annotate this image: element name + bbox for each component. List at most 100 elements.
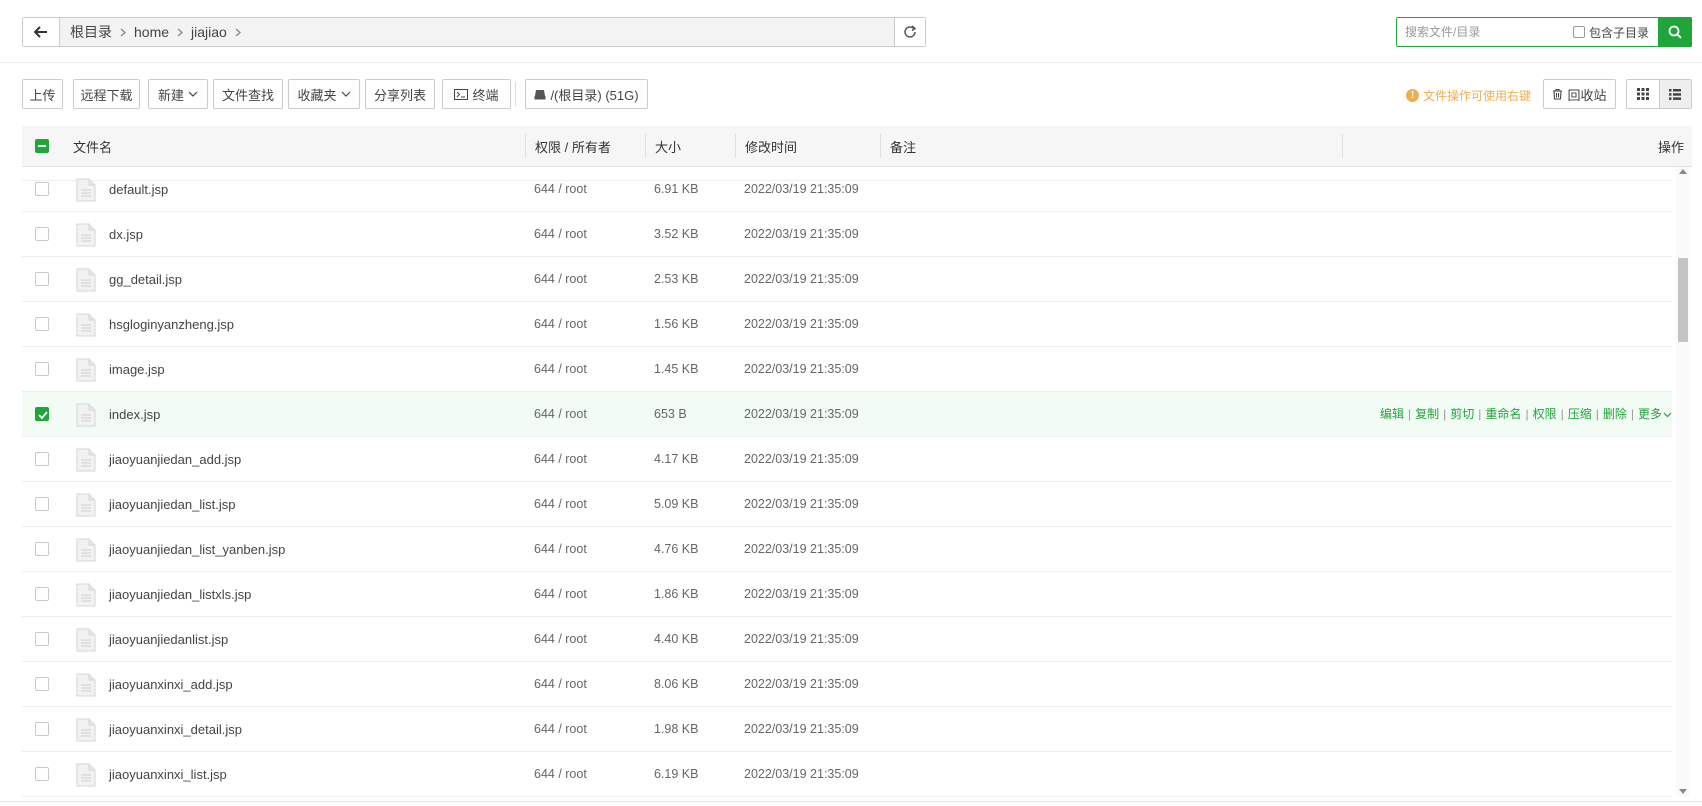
file-name[interactable]: jiaoyuanjiedan_listxls.jsp xyxy=(109,572,251,617)
recycle-bin-label: 回收站 xyxy=(1567,87,1607,103)
file-permission[interactable]: 644 / root xyxy=(534,347,587,392)
row-checkbox[interactable] xyxy=(35,452,49,466)
crumb-home[interactable]: home xyxy=(128,24,175,40)
grid-view-button[interactable] xyxy=(1627,80,1659,108)
include-subdir-checkbox[interactable] xyxy=(1573,26,1585,38)
file-name[interactable]: hsgloginyanzheng.jsp xyxy=(109,302,234,347)
table-row[interactable]: image.jsp 644 / root 1.45 KB 2022/03/19 21:… xyxy=(22,347,1672,392)
table-row[interactable]: gg_detail.jsp 644 / root 2.53 KB 2022/03/19… xyxy=(22,257,1672,302)
search-input[interactable] xyxy=(1397,19,1571,45)
row-checkbox[interactable] xyxy=(35,497,49,511)
action-delete[interactable]: 删除 xyxy=(1603,392,1627,437)
scroll-down-arrow[interactable] xyxy=(1679,789,1687,794)
refresh-button[interactable] xyxy=(894,18,925,46)
back-button[interactable] xyxy=(23,18,60,46)
file-permission[interactable]: 644 / root xyxy=(534,167,587,212)
action-edit[interactable]: 编辑 xyxy=(1380,392,1404,437)
table-row[interactable]: jiaoyuanxinxi_list.jsp 644 / root 6.19 KB 2… xyxy=(22,752,1672,797)
file-permission[interactable]: 644 / root xyxy=(534,527,587,572)
file-name[interactable]: jiaoyuanjiedan_add.jsp xyxy=(109,437,241,482)
row-checkbox[interactable] xyxy=(35,542,49,556)
file-search-button[interactable]: 文件查找 xyxy=(213,79,283,109)
share-list-button[interactable]: 分享列表 xyxy=(365,79,435,109)
file-permission[interactable]: 644 / root xyxy=(534,437,587,482)
file-name[interactable]: jiaoyuanjiedan_list.jsp xyxy=(109,482,235,527)
file-size: 4.76 KB xyxy=(654,542,699,556)
file-permission[interactable]: 644 / root xyxy=(534,482,587,527)
row-checkbox[interactable] xyxy=(35,317,49,331)
col-perm[interactable]: 权限 / 所有者 xyxy=(535,126,611,166)
row-checkbox[interactable] xyxy=(35,407,49,421)
file-name[interactable]: jiaoyuanjiedan_list_yanben.jsp xyxy=(109,527,285,572)
search-button[interactable] xyxy=(1658,17,1692,47)
table-row[interactable]: dx.jsp 644 / root 3.52 KB 2022/03/19 21:35:… xyxy=(22,212,1672,257)
row-checkbox[interactable] xyxy=(35,587,49,601)
col-size[interactable]: 大小 xyxy=(655,126,681,166)
crumb-jiajiao[interactable]: jiajiao xyxy=(185,24,233,40)
action-more[interactable]: 更多 xyxy=(1638,392,1662,437)
action-permission[interactable]: 权限 xyxy=(1533,392,1557,437)
row-checkbox[interactable] xyxy=(35,227,49,241)
table-row[interactable]: jiaoyuanjiedanlist.jsp 644 / root 4.40 KB 2… xyxy=(22,617,1672,662)
file-name[interactable]: dx.jsp xyxy=(109,212,143,257)
file-size: 2.53 KB xyxy=(654,272,699,286)
favorites-button[interactable]: 收藏夹 xyxy=(288,79,360,109)
action-cut[interactable]: 剪切 xyxy=(1450,392,1474,437)
table-row[interactable]: default.jsp 644 / root 6.91 KB 2022/03/19 2… xyxy=(22,167,1672,212)
action-compress[interactable]: 压缩 xyxy=(1568,392,1592,437)
list-view-button[interactable] xyxy=(1658,80,1691,108)
scroll-up-arrow[interactable] xyxy=(1679,169,1687,174)
terminal-button[interactable]: 终端 xyxy=(442,79,511,109)
row-checkbox[interactable] xyxy=(35,767,49,781)
col-mtime[interactable]: 修改时间 xyxy=(745,126,797,166)
arrow-left-icon xyxy=(34,26,47,38)
select-all-checkbox[interactable] xyxy=(35,126,49,166)
file-permission[interactable]: 644 / root xyxy=(534,707,587,752)
table-row[interactable]: jiaoyuanjiedan_listxls.jsp 644 / root 1.86… xyxy=(22,572,1672,617)
row-checkbox[interactable] xyxy=(35,182,49,196)
new-button[interactable]: 新建 xyxy=(148,79,208,109)
file-name[interactable]: jiaoyuanxinxi_detail.jsp xyxy=(109,707,242,752)
file-permission[interactable]: 644 / root xyxy=(534,257,587,302)
file-name[interactable]: jiaoyuanxinxi_add.jsp xyxy=(109,662,233,707)
file-permission[interactable]: 644 / root xyxy=(534,752,587,797)
table-row[interactable]: jiaoyuanxinxi_detail.jsp 644 / root 1.98 K… xyxy=(22,707,1672,752)
upload-button[interactable]: 上传 xyxy=(22,79,63,109)
file-permission[interactable]: 644 / root xyxy=(534,212,587,257)
table-row[interactable]: jiaoyuanjiedan_list_yanben.jsp 644 / root… xyxy=(22,527,1672,572)
file-permission[interactable]: 644 / root xyxy=(534,662,587,707)
remote-download-button[interactable]: 远程下载 xyxy=(73,79,140,109)
file-icon xyxy=(76,718,96,742)
file-name[interactable]: jiaoyuanxinxi_list.jsp xyxy=(109,752,227,797)
crumb-root[interactable]: 根目录 xyxy=(64,22,118,42)
file-permission[interactable]: 644 / root xyxy=(534,572,587,617)
table-row[interactable]: index.jsp 644 / root 653 B 2022/03/19 21:35… xyxy=(22,392,1672,437)
table-row[interactable]: hsgloginyanzheng.jsp 644 / root 1.56 KB 202… xyxy=(22,302,1672,347)
disk-button[interactable]: /(根目录) (51G) xyxy=(525,79,648,109)
scrollbar-thumb[interactable] xyxy=(1678,258,1688,342)
file-permission[interactable]: 644 / root xyxy=(534,302,587,347)
row-checkbox[interactable] xyxy=(35,362,49,376)
col-name[interactable]: 文件名 xyxy=(73,126,112,166)
action-rename[interactable]: 重命名 xyxy=(1485,392,1521,437)
file-size: 4.40 KB xyxy=(654,632,699,646)
include-subdir-toggle[interactable]: 包含子目录 xyxy=(1573,24,1649,41)
file-permission[interactable]: 644 / root xyxy=(534,392,587,437)
file-name[interactable]: default.jsp xyxy=(109,167,168,212)
file-permission[interactable]: 644 / root xyxy=(534,617,587,662)
row-checkbox[interactable] xyxy=(35,677,49,691)
row-checkbox[interactable] xyxy=(35,722,49,736)
file-name[interactable]: image.jsp xyxy=(109,347,165,392)
file-name[interactable]: index.jsp xyxy=(109,392,160,437)
file-mtime: 2022/03/19 21:35:09 xyxy=(744,452,859,466)
list-icon xyxy=(1669,88,1682,100)
table-row[interactable]: jiaoyuanjiedan_list.jsp 644 / root 5.09 KB… xyxy=(22,482,1672,527)
row-checkbox[interactable] xyxy=(35,632,49,646)
row-checkbox[interactable] xyxy=(35,272,49,286)
file-name[interactable]: gg_detail.jsp xyxy=(109,257,182,302)
table-row[interactable]: jiaoyuanxinxi_add.jsp 644 / root 8.06 KB 20… xyxy=(22,662,1672,707)
file-name[interactable]: jiaoyuanjiedanlist.jsp xyxy=(109,617,228,662)
action-copy[interactable]: 复制 xyxy=(1415,392,1439,437)
recycle-bin-button[interactable]: 回收站 xyxy=(1543,79,1616,109)
table-row[interactable]: jiaoyuanjiedan_add.jsp 644 / root 4.17 KB 2… xyxy=(22,437,1672,482)
